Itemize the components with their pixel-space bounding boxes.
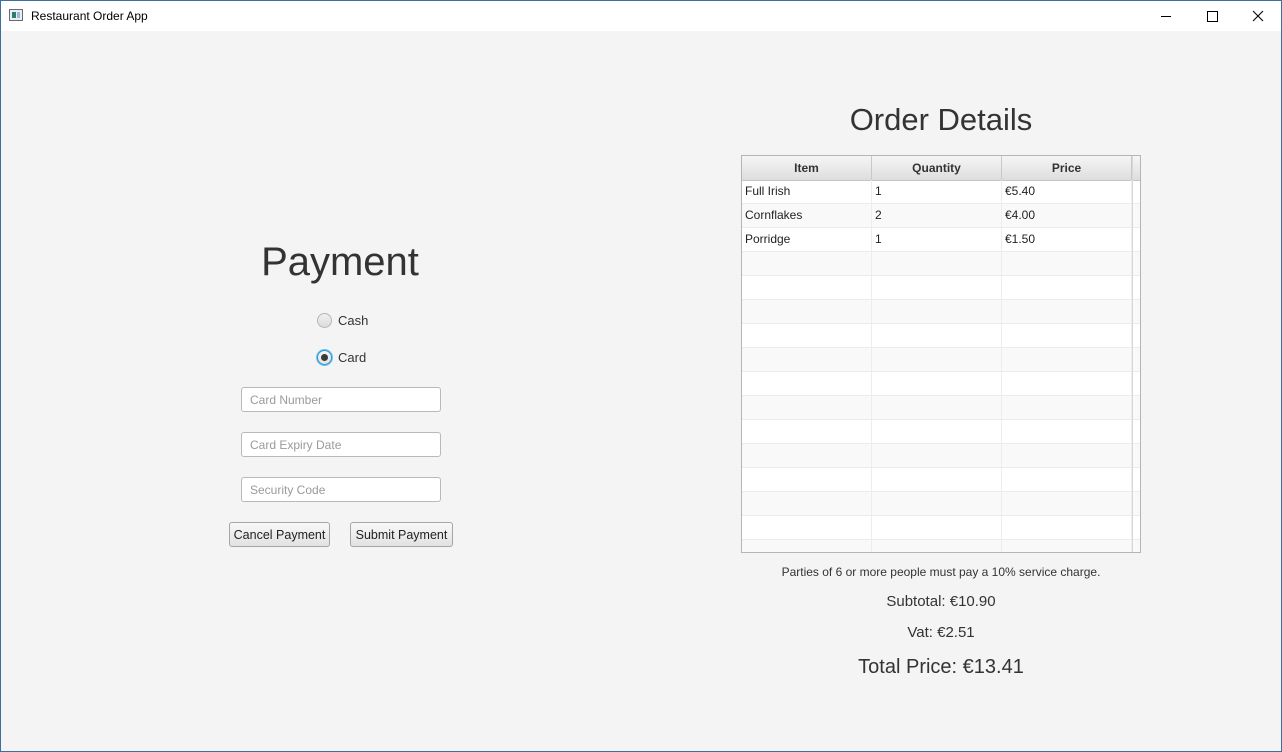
- empty-cell: [872, 396, 1002, 419]
- cash-radio-option[interactable]: Cash: [317, 313, 368, 328]
- empty-table-row: [742, 516, 1140, 540]
- empty-cell: [872, 516, 1002, 539]
- empty-cell: [742, 468, 872, 491]
- close-button[interactable]: [1235, 1, 1281, 31]
- empty-table-row: [742, 324, 1140, 348]
- card-number-input[interactable]: [241, 387, 441, 412]
- empty-cell: [1002, 396, 1132, 419]
- close-icon: [1252, 10, 1264, 22]
- minimize-icon: [1161, 15, 1171, 17]
- empty-table-row: [742, 300, 1140, 324]
- empty-table-row: [742, 276, 1140, 300]
- payment-title: Payment: [261, 240, 419, 284]
- empty-cell: [742, 444, 872, 467]
- cell-quantity: 1: [872, 228, 1002, 251]
- empty-cell: [872, 444, 1002, 467]
- empty-cell: [872, 468, 1002, 491]
- security-code-input[interactable]: [241, 477, 441, 502]
- empty-cell: [742, 396, 872, 419]
- card-radio-label[interactable]: Card: [338, 350, 366, 365]
- empty-table-row: [742, 348, 1140, 372]
- empty-cell: [872, 252, 1002, 275]
- empty-cell: [1002, 300, 1132, 323]
- cell-item: Porridge: [742, 228, 872, 251]
- empty-table-row: [742, 396, 1140, 420]
- empty-cell: [1002, 540, 1132, 552]
- empty-cell: [742, 300, 872, 323]
- table-row[interactable]: Cornflakes 2 €4.00: [742, 204, 1140, 228]
- cell-item: Full Irish: [742, 180, 872, 203]
- table-row[interactable]: Full Irish 1 €5.40: [742, 180, 1140, 204]
- cell-price: €1.50: [1002, 228, 1132, 251]
- maximize-icon: [1206, 10, 1218, 22]
- app-window-icon: [9, 9, 23, 21]
- vat-label: Vat: €2.51: [907, 624, 975, 641]
- empty-cell: [1002, 348, 1132, 371]
- submit-payment-button[interactable]: Submit Payment: [350, 522, 453, 547]
- cell-item: Cornflakes: [742, 204, 872, 227]
- empty-table-row: [742, 540, 1140, 552]
- order-table[interactable]: Item Quantity Price Full Irish 1 €5.40 C…: [741, 155, 1141, 553]
- empty-table-row: [742, 492, 1140, 516]
- empty-cell: [742, 516, 872, 539]
- empty-cell: [742, 492, 872, 515]
- cancel-payment-button[interactable]: Cancel Payment: [229, 522, 330, 547]
- card-radio-button[interactable]: [317, 350, 332, 365]
- empty-cell: [1002, 276, 1132, 299]
- column-header-item[interactable]: Item: [742, 156, 872, 180]
- empty-cell: [1002, 468, 1132, 491]
- empty-cell: [742, 540, 872, 552]
- empty-cell: [1002, 420, 1132, 443]
- order-details-title: Order Details: [849, 102, 1033, 137]
- empty-cell: [1002, 492, 1132, 515]
- empty-cell: [742, 420, 872, 443]
- empty-cell: [872, 420, 1002, 443]
- empty-cell: [872, 300, 1002, 323]
- empty-cell: [872, 372, 1002, 395]
- cell-price: €4.00: [1002, 204, 1132, 227]
- empty-table-row: [742, 420, 1140, 444]
- table-header: Item Quantity Price: [742, 156, 1140, 181]
- empty-cell: [872, 348, 1002, 371]
- empty-cell: [1002, 516, 1132, 539]
- empty-cell: [1002, 252, 1132, 275]
- card-radio-option[interactable]: Card: [317, 350, 366, 365]
- service-charge-note: Parties of 6 or more people must pay a 1…: [781, 565, 1101, 579]
- cell-quantity: 1: [872, 180, 1002, 203]
- window-title: Restaurant Order App: [31, 9, 148, 23]
- empty-table-row: [742, 468, 1140, 492]
- empty-cell: [742, 372, 872, 395]
- cash-radio-label[interactable]: Cash: [338, 313, 368, 328]
- cell-price: €5.40: [1002, 180, 1132, 203]
- subtotal-label: Subtotal: €10.90: [886, 593, 996, 610]
- total-price-label: Total Price: €13.41: [858, 656, 1024, 678]
- minimize-button[interactable]: [1143, 1, 1189, 31]
- table-row[interactable]: Porridge 1 €1.50: [742, 228, 1140, 252]
- empty-cell: [1002, 324, 1132, 347]
- table-filler-column: [1132, 156, 1140, 552]
- empty-cell: [1002, 444, 1132, 467]
- title-bar[interactable]: Restaurant Order App: [1, 1, 1281, 31]
- empty-table-row: [742, 252, 1140, 276]
- empty-cell: [872, 276, 1002, 299]
- empty-cell: [872, 540, 1002, 552]
- empty-cell: [742, 324, 872, 347]
- column-header-quantity[interactable]: Quantity: [872, 156, 1002, 180]
- maximize-button[interactable]: [1189, 1, 1235, 31]
- empty-cell: [742, 348, 872, 371]
- column-header-price[interactable]: Price: [1002, 156, 1132, 180]
- empty-cell: [742, 276, 872, 299]
- cell-quantity: 2: [872, 204, 1002, 227]
- empty-cell: [1002, 372, 1132, 395]
- empty-cell: [872, 324, 1002, 347]
- empty-table-row: [742, 444, 1140, 468]
- card-expiry-input[interactable]: [241, 432, 441, 457]
- cash-radio-button[interactable]: [317, 313, 332, 328]
- empty-table-row: [742, 372, 1140, 396]
- empty-cell: [872, 492, 1002, 515]
- empty-cell: [742, 252, 872, 275]
